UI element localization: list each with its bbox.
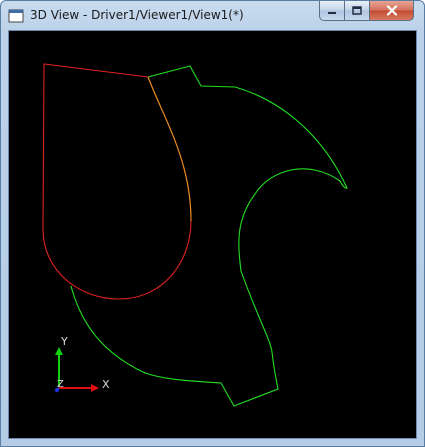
window-title: 3D View - Driver1/Viewer1/View1(*) <box>30 8 244 22</box>
viewer-window: 3D View - Driver1/Viewer1/View1(*) Y X Z <box>0 0 425 447</box>
x-axis-label: X <box>102 378 110 391</box>
y-axis-arrow <box>55 347 63 355</box>
close-icon <box>386 5 397 16</box>
z-axis-label: Z <box>57 379 64 390</box>
title-bar[interactable]: 3D View - Driver1/Viewer1/View1(*) <box>1 1 424 31</box>
minimize-icon <box>328 11 336 14</box>
orange-edge-shape <box>147 76 192 222</box>
y-axis-label: Y <box>61 335 68 348</box>
app-window-icon <box>8 9 24 23</box>
x-axis-arrow <box>91 384 99 392</box>
green-wire-shape[interactable] <box>70 65 348 407</box>
close-button[interactable] <box>369 1 414 21</box>
minimize-button[interactable] <box>319 1 345 21</box>
scene-canvas <box>42 63 348 407</box>
maximize-icon <box>352 6 362 15</box>
maximize-button[interactable] <box>344 1 370 21</box>
red-wire-shape[interactable] <box>42 63 192 300</box>
3d-viewport[interactable]: Y X Z <box>8 30 417 439</box>
